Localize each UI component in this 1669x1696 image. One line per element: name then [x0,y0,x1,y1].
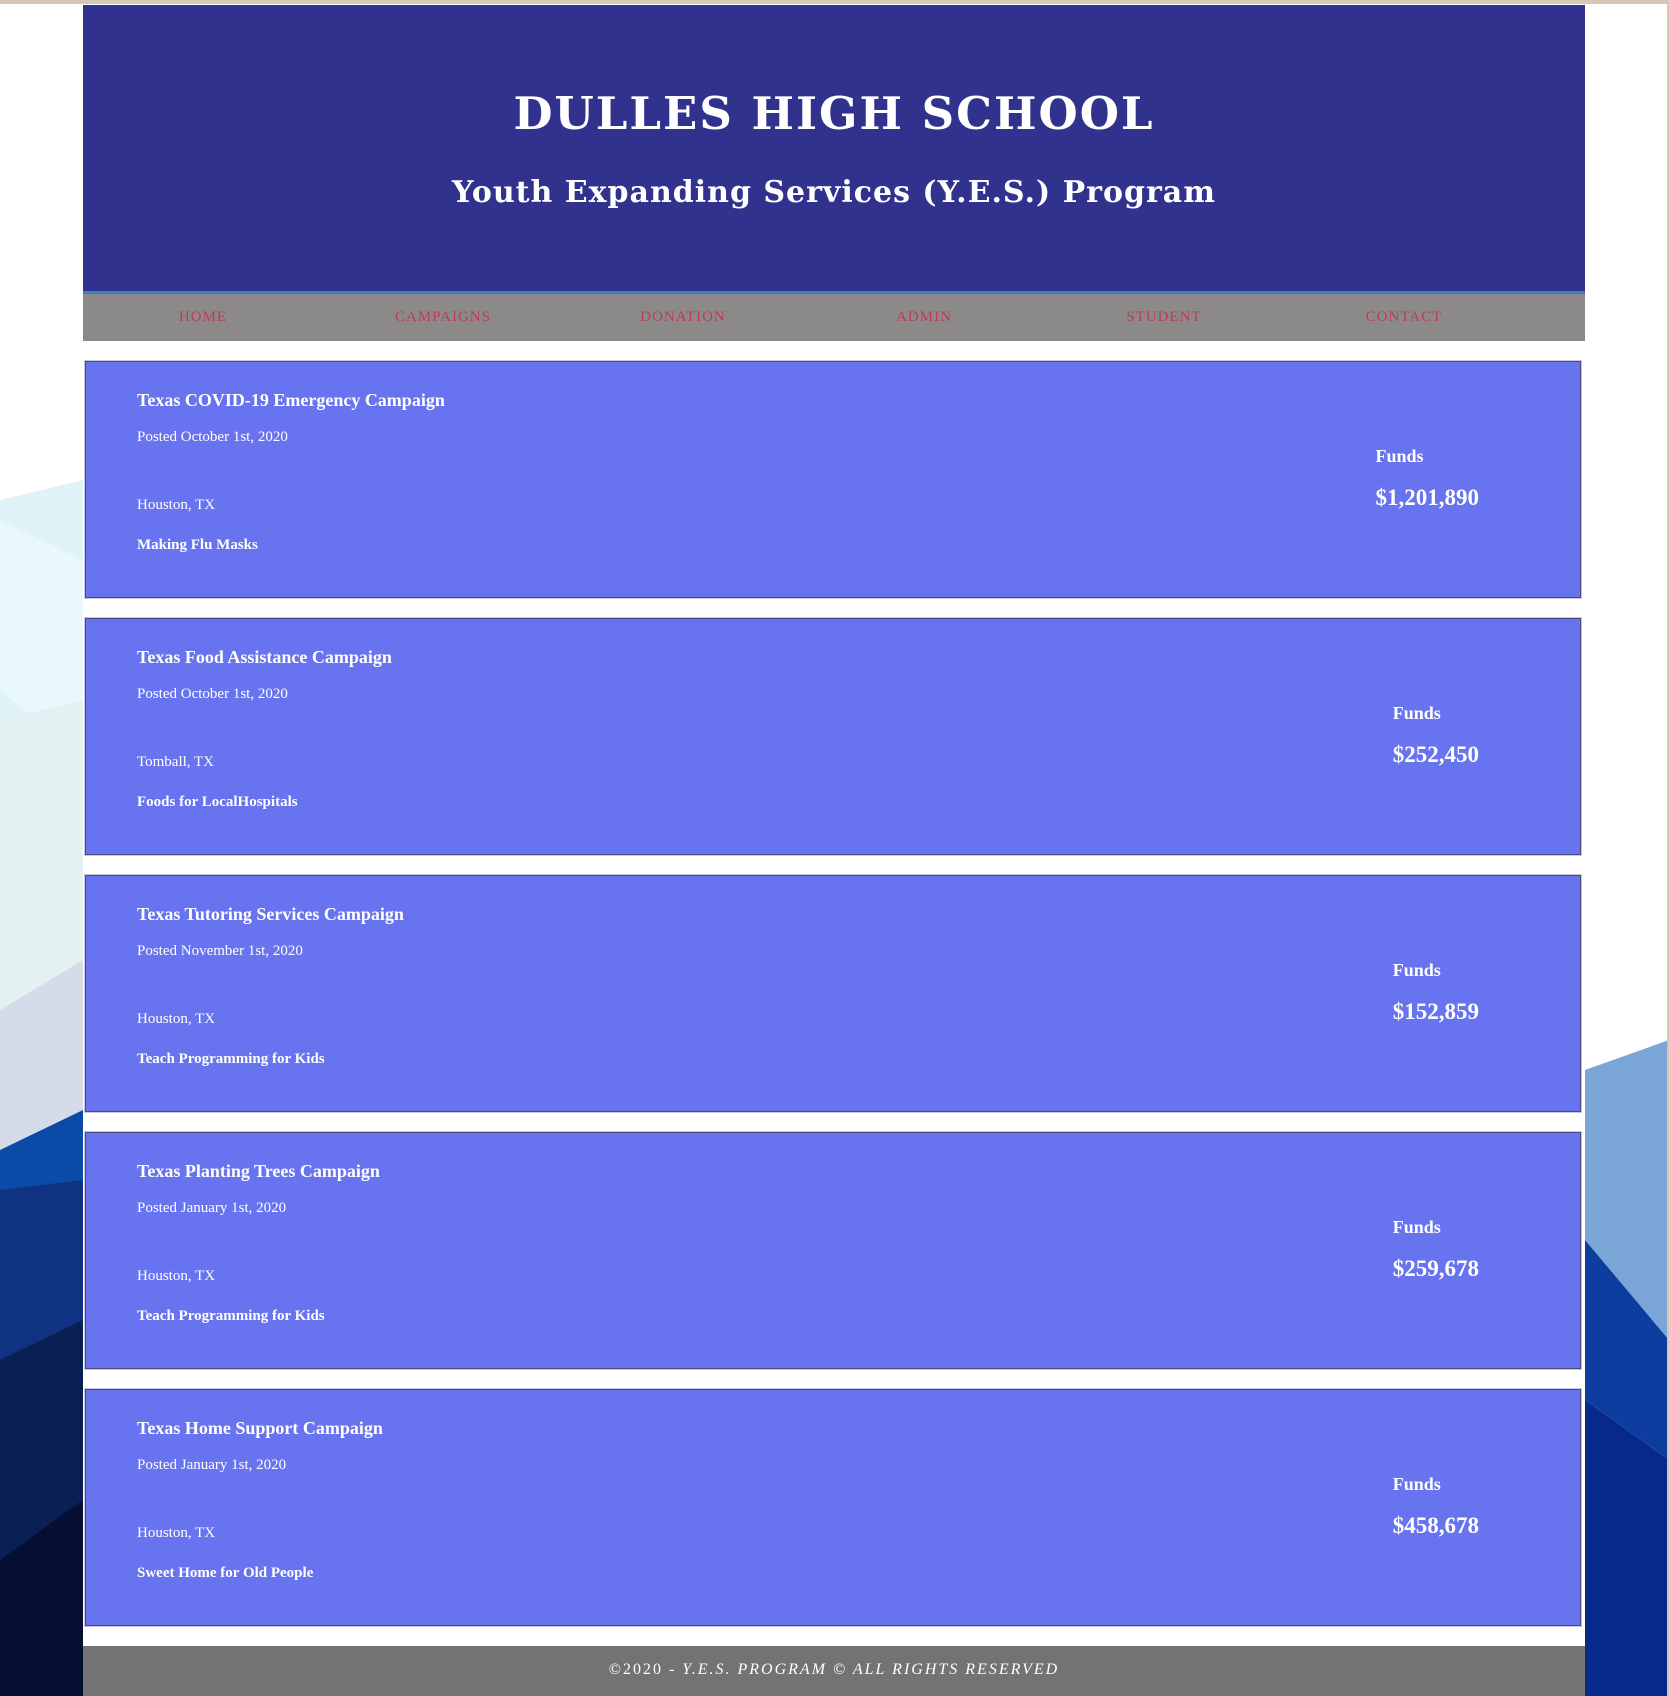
campaign-location: Houston, TX [137,497,216,513]
campaign-posted-date: Posted November 1st, 2020 [137,943,303,959]
nav-student[interactable]: STUDENT [1126,309,1201,326]
campaign-description: Foods for LocalHospitals [137,794,298,810]
funds-amount: $1,201,890 [1375,485,1480,510]
nav-campaigns[interactable]: CAMPAIGNS [395,309,491,326]
program-name: Youth Expanding Services (Y.E.S.) Progra… [452,175,1216,210]
campaign-title: Texas COVID-19 Emergency Campaign [137,390,445,410]
campaign-posted-date: Posted January 1st, 2020 [137,1457,287,1473]
school-name: DULLES HIGH SCHOOL [513,87,1155,140]
footer-copyright-prefix: ©2020 - [608,1661,683,1678]
campaign-posted-date: Posted October 1st, 2020 [137,686,288,702]
funds-amount: $152,859 [1392,999,1479,1024]
funds-amount: $458,678 [1392,1513,1479,1538]
nav-home[interactable]: HOME [179,309,227,326]
campaign-title: Texas Planting Trees Campaign [137,1161,380,1181]
campaign-card[interactable]: Texas Home Support Campaign Posted Janua… [85,1389,1581,1626]
campaign-funds: Funds $259,678 [1393,1217,1479,1282]
page-container: DULLES HIGH SCHOOL Youth Expanding Servi… [83,5,1585,1696]
funds-amount: $252,450 [1392,742,1479,767]
footer-copyright-text: Y.E.S. PROGRAM © ALL RIGHTS RESERVED [682,1661,1060,1678]
funds-label: Funds [1392,1474,1441,1494]
campaign-card[interactable]: Texas Tutoring Services Campaign Posted … [85,875,1581,1112]
site-header: DULLES HIGH SCHOOL Youth Expanding Servi… [83,5,1585,294]
campaign-location: Houston, TX [137,1268,216,1284]
campaign-location: Houston, TX [137,1525,216,1541]
campaign-description: Sweet Home for Old People [137,1565,314,1581]
campaign-posted-date: Posted October 1st, 2020 [137,429,288,445]
nav-donation[interactable]: DONATION [640,309,726,326]
funds-label: Funds [1375,446,1424,466]
campaign-funds: Funds $458,678 [1393,1474,1479,1539]
campaign-card[interactable]: Texas Food Assistance Campaign Posted Oc… [85,618,1581,855]
window-top-edge [0,0,1669,4]
main-nav: HOME CAMPAIGNS DONATION ADMIN STUDENT CO… [83,294,1585,341]
nav-admin[interactable]: ADMIN [896,309,952,326]
funds-amount: $259,678 [1392,1256,1479,1281]
campaign-card[interactable]: Texas COVID-19 Emergency Campaign Posted… [85,361,1581,598]
nav-contact[interactable]: CONTACT [1366,309,1443,326]
funds-label: Funds [1392,1217,1441,1237]
campaign-funds: Funds $252,450 [1393,703,1479,768]
campaign-funds: Funds $1,201,890 [1376,446,1480,511]
campaign-funds: Funds $152,859 [1393,960,1479,1025]
funds-label: Funds [1392,703,1441,723]
campaign-title: Texas Home Support Campaign [137,1418,383,1438]
campaign-card[interactable]: Texas Planting Trees Campaign Posted Jan… [85,1132,1581,1369]
campaign-location: Houston, TX [137,1011,216,1027]
campaign-title: Texas Food Assistance Campaign [137,647,392,667]
site-footer: ©2020 - Y.E.S. PROGRAM © ALL RIGHTS RESE… [83,1646,1585,1696]
campaign-location: Tomball, TX [137,754,214,770]
campaign-title: Texas Tutoring Services Campaign [137,904,404,924]
campaign-description: Making Flu Masks [137,537,258,553]
funds-label: Funds [1392,960,1441,980]
campaign-posted-date: Posted January 1st, 2020 [137,1200,287,1216]
campaign-description: Teach Programming for Kids [137,1308,325,1324]
campaign-description: Teach Programming for Kids [137,1051,325,1067]
